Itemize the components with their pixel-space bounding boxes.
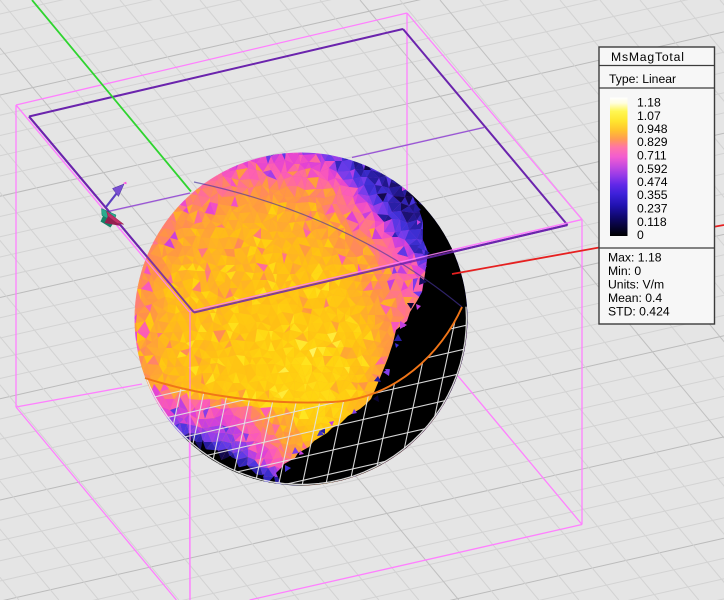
svg-text:0.118: 0.118	[637, 215, 667, 229]
svg-text:MsMagTotal: MsMagTotal	[611, 50, 685, 64]
svg-text:0.592: 0.592	[637, 162, 668, 176]
svg-text:STD: 0.424: STD: 0.424	[608, 304, 670, 318]
svg-text:Mean: 0.4: Mean: 0.4	[608, 291, 662, 305]
svg-text:Max: 1.18: Max: 1.18	[608, 251, 662, 265]
svg-text:Units: V/m: Units: V/m	[608, 277, 664, 291]
svg-text:Min: 0: Min: 0	[608, 264, 641, 278]
svg-text:0.237: 0.237	[637, 202, 668, 216]
svg-text:0.355: 0.355	[637, 188, 668, 202]
svg-text:1.07: 1.07	[637, 109, 661, 123]
svg-text:0.829: 0.829	[637, 135, 668, 149]
svg-text:0.948: 0.948	[637, 122, 668, 136]
svg-text:0: 0	[637, 228, 644, 242]
svg-text:Type: Linear: Type: Linear	[609, 72, 676, 86]
svg-text:0.711: 0.711	[637, 149, 667, 163]
svg-text:0.474: 0.474	[637, 175, 668, 189]
svg-text:1.18: 1.18	[637, 96, 661, 110]
